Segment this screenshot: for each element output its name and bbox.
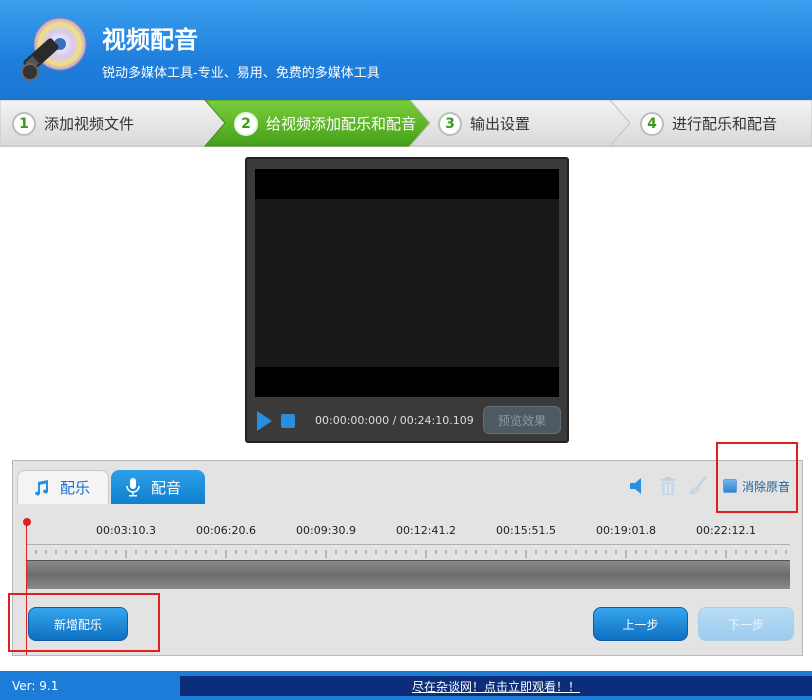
video-player: 00:00:00:000 / 00:24:10.109 预览效果 xyxy=(245,157,569,443)
step-number: 2 xyxy=(234,111,258,136)
timeline-label: 00:06:20.6 xyxy=(196,524,256,537)
step-label: 给视频添加配乐和配音 xyxy=(266,115,417,133)
step-label: 输出设置 xyxy=(470,115,531,133)
preview-button[interactable]: 预览效果 xyxy=(483,406,561,434)
letterbox-top xyxy=(255,169,559,199)
microphone-icon xyxy=(125,477,141,497)
step-label: 进行配乐和配音 xyxy=(672,115,778,133)
step-2: 2 给视频添加配乐和配音 xyxy=(234,100,416,147)
letterbox-bottom xyxy=(255,367,559,397)
play-icon[interactable] xyxy=(257,411,272,431)
tab-music-label: 配乐 xyxy=(60,479,91,497)
step-1: 1 添加视频文件 xyxy=(12,100,134,147)
tab-dub-label: 配音 xyxy=(151,478,182,497)
timeline-label: 00:09:30.9 xyxy=(296,524,356,537)
audio-track[interactable] xyxy=(26,560,790,589)
app-subtitle: 锐动多媒体工具-专业、易用、免费的多媒体工具 xyxy=(102,66,380,81)
step-3: 3 输出设置 xyxy=(438,100,530,147)
playhead-marker[interactable] xyxy=(23,518,31,526)
timeline-label: 00:22:12.1 xyxy=(696,524,756,537)
music-note-icon xyxy=(32,479,50,497)
app-title: 视频配音 xyxy=(102,26,198,54)
tab-dub[interactable]: 配音 xyxy=(111,470,205,504)
step-label: 添加视频文件 xyxy=(44,115,135,133)
wizard-steps: 1 添加视频文件 2 给视频添加配乐和配音 3 输出设置 4 进行配乐和配音 xyxy=(0,100,812,147)
video-screen[interactable] xyxy=(255,169,559,397)
highlight-box-add-music xyxy=(8,593,160,652)
timeline-label: 00:03:10.3 xyxy=(96,524,156,537)
app-header: 视频配音 锐动多媒体工具-专业、易用、免费的多媒体工具 xyxy=(0,0,812,100)
trash-icon[interactable] xyxy=(657,475,679,497)
highlight-box-mute xyxy=(716,442,798,513)
next-step-button[interactable]: 下一步 xyxy=(698,607,794,641)
volume-icon[interactable] xyxy=(627,475,649,497)
timeline-ruler[interactable]: 00:03:10.3 00:06:20.6 00:09:30.9 00:12:4… xyxy=(25,514,790,558)
time-display: 00:00:00:000 / 00:24:10.109 xyxy=(315,414,474,427)
tab-music[interactable]: 配乐 xyxy=(17,470,109,504)
step-number: 1 xyxy=(12,111,36,136)
step-4: 4 进行配乐和配音 xyxy=(640,100,777,147)
stop-icon[interactable] xyxy=(281,414,295,428)
status-bar: Ver: 9.1 尽在杂谈网！点击立即观看！！ xyxy=(0,671,812,700)
version-label: Ver: 9.1 xyxy=(12,679,59,693)
broom-icon[interactable] xyxy=(687,475,709,497)
prev-step-button[interactable]: 上一步 xyxy=(593,607,688,641)
timeline-label: 00:19:01.8 xyxy=(596,524,656,537)
timeline-label: 00:12:41.2 xyxy=(396,524,456,537)
promo-link[interactable]: 尽在杂谈网！点击立即观看！！ xyxy=(180,676,812,696)
ruler-ticks xyxy=(25,544,790,558)
step-number: 3 xyxy=(438,111,462,136)
film-cd-icon xyxy=(16,14,88,86)
step-number: 4 xyxy=(640,111,664,136)
timeline-label: 00:15:51.5 xyxy=(496,524,556,537)
